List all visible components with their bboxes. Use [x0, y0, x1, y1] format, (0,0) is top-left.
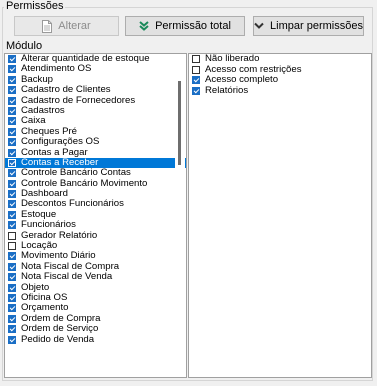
module-header: Módulo: [6, 40, 43, 52]
list-item-label: Oficina OS: [21, 291, 68, 303]
list-item-label: Nota Fiscal de Venda: [21, 271, 113, 283]
checkbox[interactable]: [8, 221, 16, 230]
permissao-total-label: Permissão total: [155, 20, 231, 32]
list-item-label: Contas a Receber: [21, 156, 99, 168]
list-item-label: Cadastros: [21, 104, 65, 116]
checkbox[interactable]: [8, 314, 16, 323]
checkbox[interactable]: [8, 200, 16, 209]
alterar-button[interactable]: Alterar: [14, 16, 119, 36]
list-item-label: Cheques Pré: [21, 125, 77, 137]
list-item-label: Atendimento OS: [21, 63, 92, 75]
checkbox[interactable]: [8, 106, 16, 115]
checkbox[interactable]: [8, 293, 16, 302]
checkbox[interactable]: [8, 127, 16, 136]
alterar-label: Alterar: [58, 20, 91, 32]
module-list-scrollbar[interactable]: [175, 55, 185, 376]
group-title: Permissões: [4, 0, 66, 12]
list-item-label: Não liberado: [205, 53, 260, 64]
list-item-label: Backup: [21, 73, 53, 85]
list-item-label: Acesso completo: [205, 74, 279, 85]
list-item-label: Ordem de Compra: [21, 312, 101, 324]
limpar-permissoes-button[interactable]: Limpar permissões: [253, 16, 364, 36]
document-icon: [42, 19, 53, 33]
list-item-label: Controle Bancário Contas: [21, 167, 131, 179]
list-item-label: Objeto: [21, 281, 50, 293]
checkbox[interactable]: [8, 252, 16, 261]
double-chevron-down-icon: [139, 21, 149, 31]
checkbox[interactable]: [8, 273, 16, 282]
chevron-down-icon: [254, 22, 264, 30]
checkbox[interactable]: [192, 86, 200, 95]
list-item-label: Pedido de Venda: [21, 333, 95, 345]
list-item-label: Configurações OS: [21, 136, 100, 148]
checkbox[interactable]: [8, 335, 16, 344]
checkbox[interactable]: [8, 75, 16, 84]
checkbox[interactable]: [8, 283, 16, 292]
checkbox[interactable]: [8, 117, 16, 126]
checkbox[interactable]: [8, 158, 16, 167]
limpar-permissoes-label: Limpar permissões: [270, 20, 363, 32]
checkbox[interactable]: [8, 304, 16, 313]
checkbox[interactable]: [192, 55, 200, 63]
list-item-label: Relatórios: [205, 84, 249, 96]
list-item-label: Movimento Diário: [21, 250, 96, 262]
checkbox[interactable]: [192, 65, 200, 74]
list-item-label: Acesso com restrições: [205, 63, 302, 75]
list-item-label: Controle Bancário Movimento: [21, 177, 148, 189]
list-item-label: Funcionários: [21, 219, 76, 231]
checkbox[interactable]: [8, 231, 16, 240]
list-item-label: Cadastro de Clientes: [21, 84, 111, 96]
scrollbar-thumb[interactable]: [178, 81, 181, 165]
checkbox[interactable]: [8, 148, 16, 157]
access-item[interactable]: Relatórios: [189, 84, 371, 97]
list-item-label: Caixa: [21, 115, 46, 127]
checkbox[interactable]: [8, 138, 16, 147]
list-item-label: Descontos Funcionários: [21, 198, 124, 210]
list-item-label: Gerador Relatório: [21, 229, 98, 241]
list-item-label: Dashboard: [21, 188, 68, 200]
checkbox[interactable]: [8, 325, 16, 334]
checkbox[interactable]: [192, 76, 200, 84]
checkbox[interactable]: [8, 242, 16, 251]
permissao-total-button[interactable]: Permissão total: [125, 16, 245, 36]
list-item-label: Orçamento: [21, 302, 69, 314]
checkbox[interactable]: [8, 169, 16, 178]
list-item-label: Cadastro de Fornecedores: [21, 94, 136, 106]
checkbox[interactable]: [8, 190, 16, 199]
list-item-label: Alterar quantidade de estoque: [21, 53, 150, 64]
access-list[interactable]: Não liberado Acesso com restrições Acesso …: [188, 53, 372, 378]
list-item-label: Ordem de Serviço: [21, 323, 99, 335]
list-item-label: Contas a Pagar: [21, 146, 88, 158]
list-item-label: Nota Fiscal de Compra: [21, 260, 120, 272]
module-item[interactable]: Pedido de Venda: [5, 333, 186, 345]
checkbox[interactable]: [8, 65, 16, 74]
checkbox[interactable]: [8, 262, 16, 271]
toolbar: Alterar Permissão total Limpar permissõe…: [0, 16, 377, 38]
checkbox[interactable]: [8, 210, 16, 219]
list-item-label: Estoque: [21, 208, 57, 220]
module-list[interactable]: Alterar quantidade de estoque Atendimento…: [4, 53, 187, 378]
checkbox[interactable]: [8, 179, 16, 188]
checkbox[interactable]: [8, 86, 16, 95]
list-item-label: Locação: [21, 240, 58, 252]
checkbox[interactable]: [8, 55, 16, 63]
checkbox[interactable]: [8, 96, 16, 105]
